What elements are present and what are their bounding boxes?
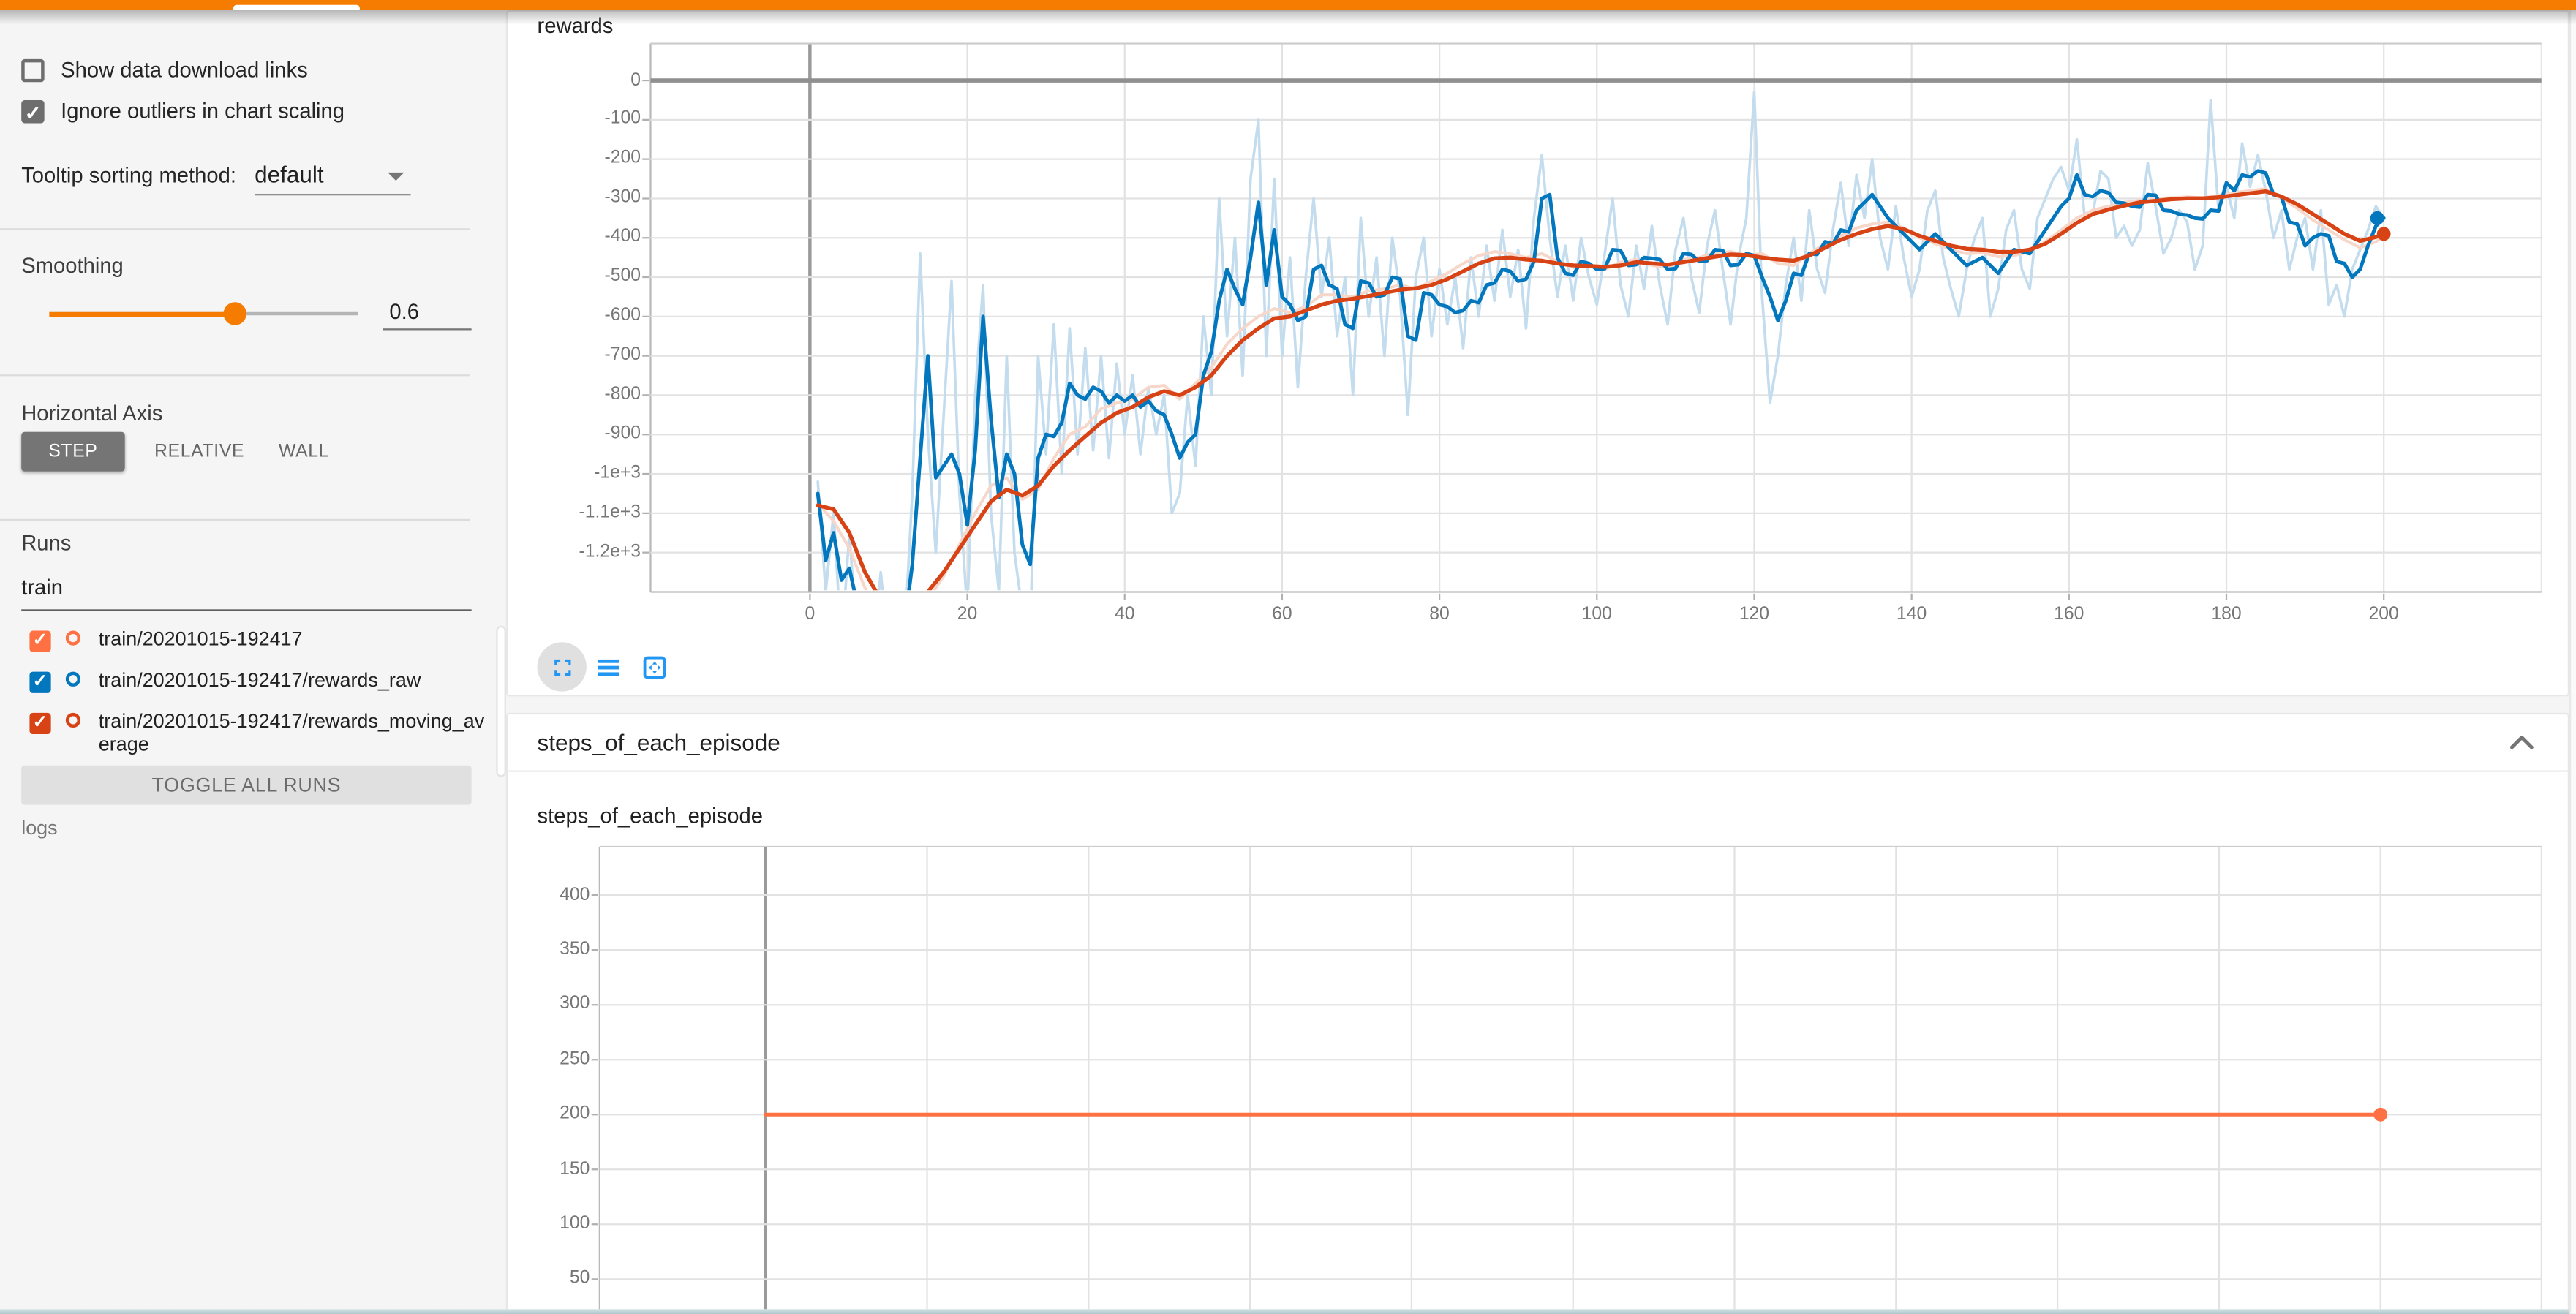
- fit-domain-button[interactable]: [631, 643, 677, 690]
- run-label: train/20201015-192417: [99, 629, 490, 651]
- horizontal-bars-icon: [594, 653, 622, 681]
- steps-chart-title: steps_of_each_episode: [537, 803, 762, 828]
- active-tab-indicator: [233, 5, 360, 10]
- main-scrollbar-gutter[interactable]: [2569, 10, 2576, 1313]
- x-tick-label: 40: [1084, 605, 1166, 624]
- horizontal-axis-label: Horizontal Axis: [21, 401, 162, 426]
- y-tick-label: -700: [542, 345, 641, 365]
- run-color-radio[interactable]: [66, 713, 80, 728]
- y-tick-label: 100: [492, 1214, 590, 1234]
- smoothing-label: Smoothing: [21, 253, 124, 278]
- axis-step-button[interactable]: STEP: [21, 432, 125, 472]
- show-download-links-row[interactable]: Show data download links: [21, 58, 308, 83]
- collapse-chevron-icon[interactable]: [2507, 729, 2537, 755]
- sidebar-scrollbar-thumb[interactable]: [496, 626, 505, 777]
- top-toolbar: [0, 0, 2576, 10]
- y-tick-label: 150: [492, 1159, 590, 1179]
- tooltip-sorting-label: Tooltip sorting method:: [21, 162, 236, 187]
- y-tick-label: -800: [542, 385, 641, 404]
- x-tick-label: 140: [1870, 605, 1952, 624]
- run-row[interactable]: ✓ train/20201015-192417: [29, 629, 489, 652]
- logs-path-label: logs: [21, 816, 57, 839]
- steps-section-title: steps_of_each_episode: [537, 729, 780, 755]
- run-row[interactable]: ✓ train/20201015-192417/rewards_raw: [29, 670, 489, 692]
- chart-toolbar: [539, 643, 677, 690]
- y-tick-label: -400: [542, 227, 641, 247]
- ignore-outliers-checkbox[interactable]: ✓: [21, 99, 44, 122]
- y-tick-label: 350: [492, 940, 590, 959]
- y-tick-label: 250: [492, 1049, 590, 1069]
- ignore-outliers-label: Ignore outliers in chart scaling: [61, 99, 344, 124]
- smoothing-slider-fill: [49, 311, 235, 317]
- runs-filter-input[interactable]: [21, 575, 471, 611]
- y-tick-label: -1.1e+3: [542, 502, 641, 522]
- steps-chart-canvas[interactable]: [592, 846, 2550, 1314]
- y-tick-label: -500: [542, 266, 641, 286]
- run-label: train/20201015-192417/rewards_raw: [99, 670, 490, 692]
- y-tick-label: -200: [542, 148, 641, 168]
- x-tick-label: 100: [1556, 605, 1638, 624]
- axis-wall-button[interactable]: WALL: [268, 432, 340, 472]
- x-tick-label: 0: [769, 605, 851, 624]
- x-tick-label: 60: [1241, 605, 1323, 624]
- ignore-outliers-row[interactable]: ✓ Ignore outliers in chart scaling: [21, 99, 344, 124]
- runs-heading: Runs: [21, 531, 71, 556]
- axis-relative-button[interactable]: RELATIVE: [145, 432, 237, 472]
- run-label: train/20201015-192417/rewards_moving_ave…: [99, 711, 490, 756]
- settings-sidebar: Show data download links ✓ Ignore outlie…: [0, 10, 493, 1313]
- rewards-chart-title: rewards: [537, 13, 613, 38]
- toggle-all-runs-button[interactable]: TOGGLE ALL RUNS: [21, 766, 471, 805]
- y-tick-label: 300: [492, 994, 590, 1014]
- y-tick-label: -1.2e+3: [542, 542, 641, 562]
- x-tick-label: 120: [1713, 605, 1795, 624]
- steps-section-header[interactable]: steps_of_each_episode: [506, 713, 2569, 772]
- expand-chart-button[interactable]: [539, 643, 585, 690]
- y-tick-label: -100: [542, 109, 641, 129]
- fullscreen-icon: [548, 653, 576, 681]
- dropdown-arrow-icon: [388, 173, 404, 181]
- runs-selector-button[interactable]: [585, 643, 631, 690]
- x-tick-label: 200: [2343, 605, 2425, 624]
- divider: [0, 519, 470, 521]
- x-tick-label: 20: [926, 605, 1008, 624]
- y-tick-label: -900: [542, 424, 641, 444]
- y-tick-label: 200: [492, 1104, 590, 1124]
- run-row[interactable]: ✓ train/20201015-192417/rewards_moving_a…: [29, 711, 489, 756]
- show-download-links-label: Show data download links: [61, 58, 308, 83]
- run-color-radio[interactable]: [66, 631, 80, 646]
- y-tick-label: -300: [542, 188, 641, 208]
- run-checkbox[interactable]: ✓: [29, 631, 50, 652]
- y-tick-label: 0: [542, 69, 641, 89]
- rewards-chart-canvas[interactable]: [641, 42, 2542, 601]
- smoothing-slider-knob[interactable]: [223, 302, 246, 325]
- divider: [0, 228, 470, 230]
- y-tick-label: 50: [492, 1269, 590, 1288]
- run-checkbox[interactable]: ✓: [29, 672, 50, 693]
- y-tick-label: -1e+3: [542, 463, 641, 483]
- tensorboard-app: Show data download links ✓ Ignore outlie…: [0, 0, 2576, 1314]
- x-tick-label: 160: [2028, 605, 2110, 624]
- run-checkbox[interactable]: ✓: [29, 713, 50, 734]
- y-tick-label: -600: [542, 306, 641, 325]
- divider: [0, 374, 470, 376]
- x-tick-label: 180: [2185, 605, 2267, 624]
- x-tick-label: 80: [1398, 605, 1480, 624]
- run-color-radio[interactable]: [66, 672, 80, 687]
- fit-to-data-icon: [640, 653, 668, 681]
- show-download-links-checkbox[interactable]: [21, 58, 44, 81]
- smoothing-value-input[interactable]: [383, 299, 471, 331]
- y-tick-label: 400: [492, 885, 590, 905]
